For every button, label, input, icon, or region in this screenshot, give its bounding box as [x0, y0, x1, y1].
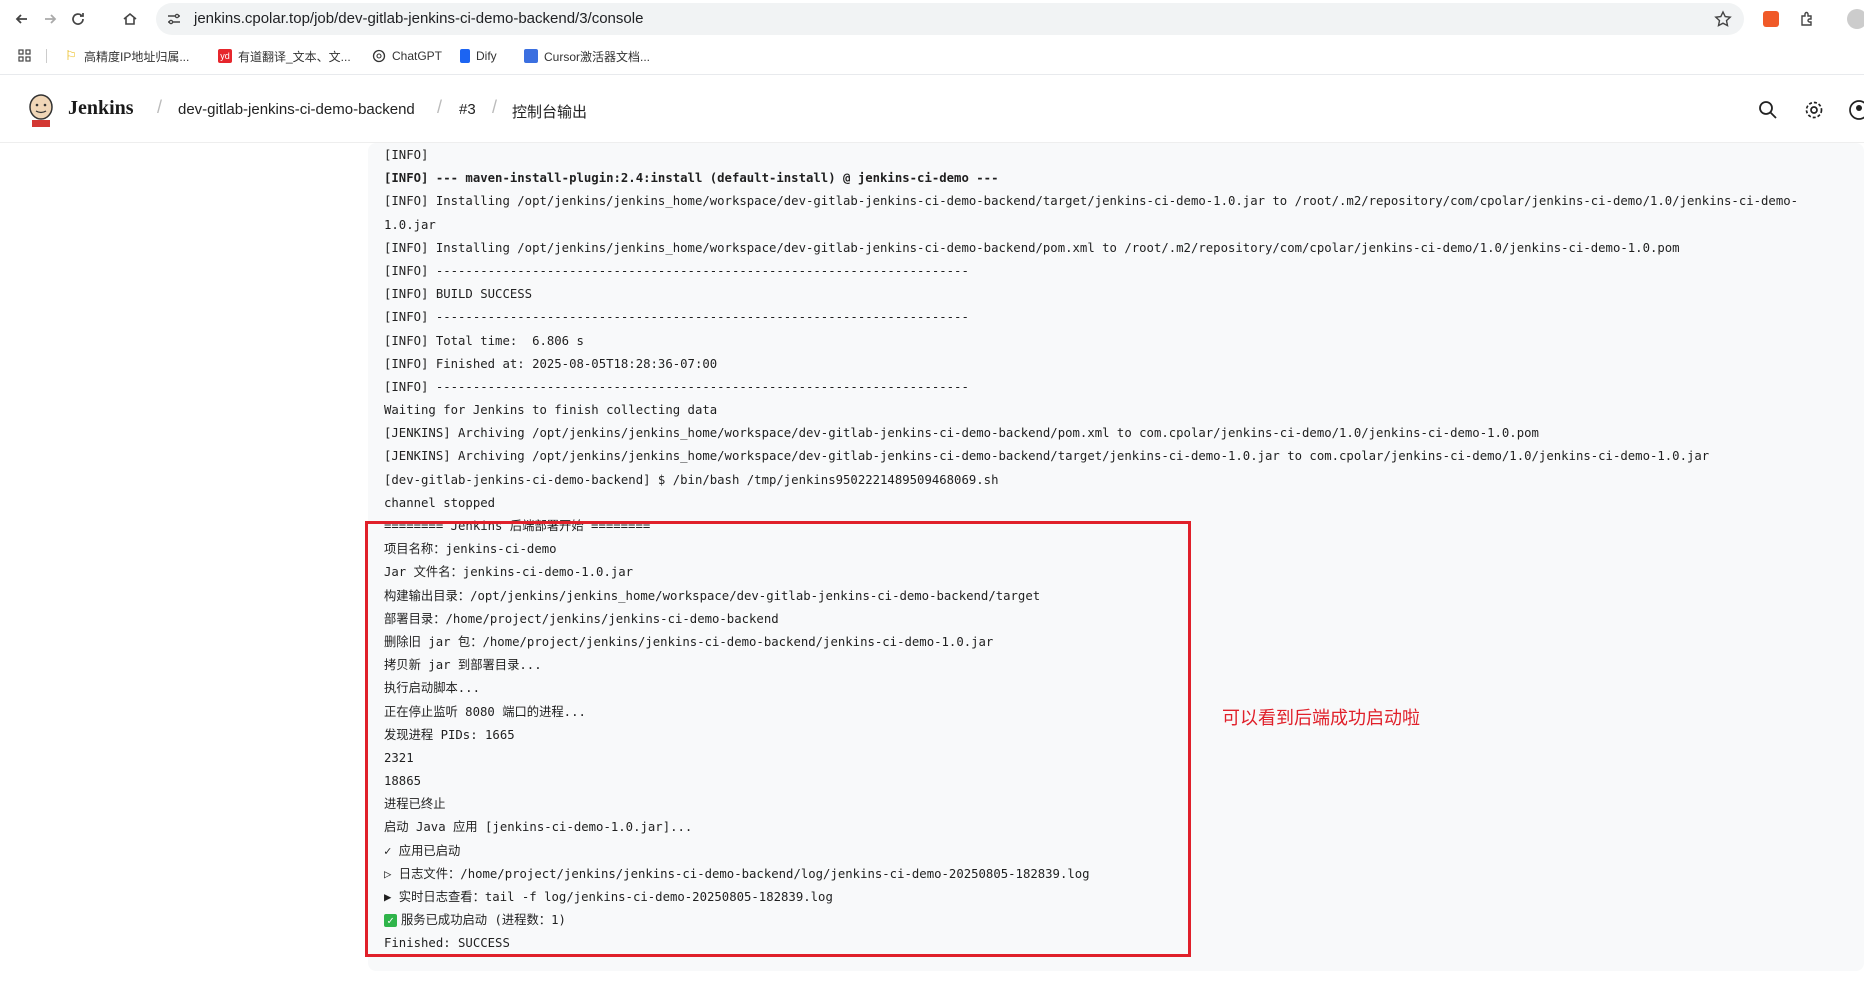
- console-line: [INFO] ---------------------------------…: [384, 379, 969, 394]
- sidebar: [0, 143, 368, 981]
- bookmark-item[interactable]: ⚐ 高精度IP地址归属...: [64, 47, 189, 65]
- bookmark-star-icon[interactable]: [1714, 10, 1732, 28]
- extension-icon[interactable]: [1760, 8, 1782, 30]
- apps-grid-icon[interactable]: [18, 47, 32, 65]
- dify-icon: [460, 49, 470, 63]
- annotation-text: 可以看到后端成功启动啦: [1222, 708, 1420, 728]
- console-line: channel stopped: [384, 495, 496, 510]
- console-line: 1.0.jar: [384, 217, 436, 232]
- bookmarks-bar: ⚐ 高精度IP地址归属... yd 有道翻译_文本、文... ChatGPT D…: [0, 38, 1864, 75]
- home-icon[interactable]: [118, 7, 142, 31]
- chatgpt-icon: [372, 49, 386, 63]
- console-line: [INFO] Installing /opt/jenkins/jenkins_h…: [384, 194, 1799, 209]
- youdao-icon: yd: [218, 49, 232, 63]
- breadcrumb-separator: /: [437, 97, 443, 117]
- console-line: [INFO] BUILD SUCCESS: [384, 287, 533, 302]
- site-settings-icon[interactable]: [166, 11, 182, 27]
- console-line: [JENKINS] Archiving /opt/jenkins/jenkins…: [384, 426, 1539, 441]
- extensions-puzzle-icon[interactable]: [1797, 8, 1819, 30]
- console-line: [INFO] Total time: 6.806 s: [384, 333, 584, 348]
- bookmark-item[interactable]: Cursor激活器文档...: [524, 47, 650, 65]
- gear-icon[interactable]: [1803, 99, 1825, 121]
- breadcrumb-build[interactable]: #3: [459, 101, 476, 118]
- search-icon[interactable]: [1757, 99, 1779, 121]
- console-line: [INFO] ---------------------------------…: [384, 263, 969, 278]
- doc-icon: [524, 49, 538, 63]
- browser-toolbar: jenkins.cpolar.top/job/dev-gitlab-jenkin…: [0, 0, 1864, 38]
- bookmark-item[interactable]: ChatGPT: [372, 47, 442, 65]
- bookmark-item[interactable]: Dify: [460, 47, 497, 65]
- console-line: [INFO]: [384, 148, 429, 162]
- breadcrumb-separator: /: [492, 97, 498, 117]
- breadcrumb-job[interactable]: dev-gitlab-jenkins-ci-demo-backend: [178, 101, 415, 118]
- console-line: [INFO] ---------------------------------…: [384, 310, 969, 325]
- console-line: [dev-gitlab-jenkins-ci-demo-backend] $ /…: [384, 472, 999, 487]
- user-icon[interactable]: [1848, 99, 1864, 121]
- yellow-flag-icon: ⚐: [65, 48, 77, 63]
- console-line: [INFO] Installing /opt/jenkins/jenkins_h…: [384, 240, 1680, 255]
- profile-avatar-icon[interactable]: [1846, 8, 1864, 30]
- console-line: [JENKINS] Archiving /opt/jenkins/jenkins…: [384, 449, 1710, 464]
- address-bar[interactable]: jenkins.cpolar.top/job/dev-gitlab-jenkin…: [156, 3, 1744, 35]
- back-icon[interactable]: [10, 7, 34, 31]
- breadcrumb-console[interactable]: 控制台输出: [512, 101, 587, 122]
- reload-icon[interactable]: [66, 7, 90, 31]
- console-line: [INFO] --- maven-install-plugin:2.4:inst…: [384, 171, 999, 186]
- console-line: [INFO] Finished at: 2025-08-05T18:28:36-…: [384, 356, 718, 371]
- app-title[interactable]: Jenkins: [68, 97, 134, 120]
- highlight-box: [365, 521, 1191, 957]
- url-text[interactable]: jenkins.cpolar.top/job/dev-gitlab-jenkin…: [194, 10, 643, 27]
- console-line: Waiting for Jenkins to finish collecting…: [384, 403, 718, 418]
- bookmark-item[interactable]: yd 有道翻译_文本、文...: [218, 47, 351, 65]
- jenkins-logo-icon[interactable]: [26, 92, 56, 128]
- forward-icon[interactable]: [38, 7, 62, 31]
- breadcrumb-separator: /: [157, 97, 163, 117]
- jenkins-header: Jenkins / dev-gitlab-jenkins-ci-demo-bac…: [0, 75, 1864, 143]
